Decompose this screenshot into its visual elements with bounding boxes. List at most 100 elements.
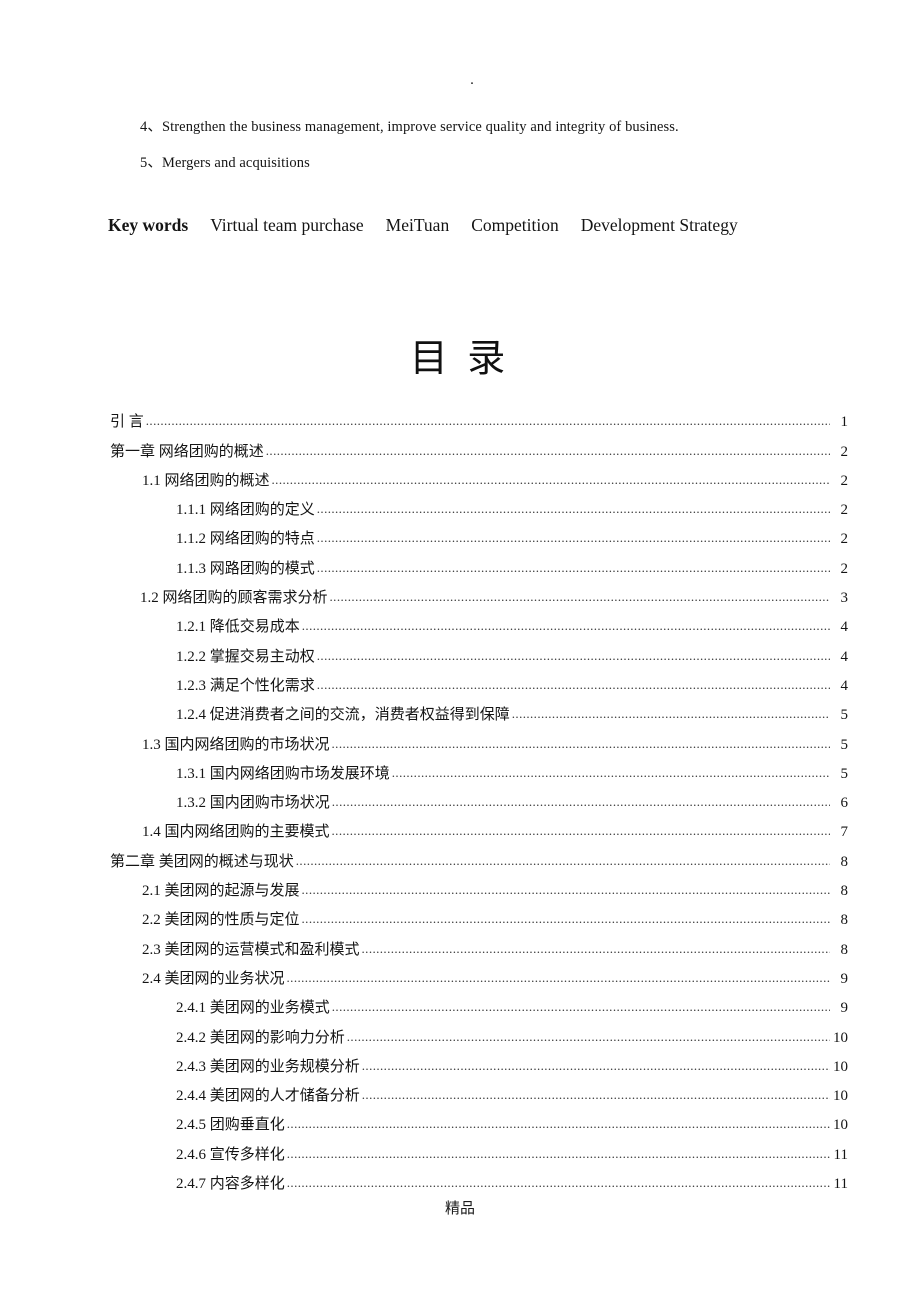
- toc-page-number: 7: [840, 824, 849, 841]
- toc-row[interactable]: 1.1.1 网络团购的定义...........................…: [0, 494, 920, 523]
- toc-row[interactable]: 2.4.7 内容多样化.............................…: [0, 1168, 920, 1197]
- toc-row[interactable]: 2.4.5 团购垂直化.............................…: [0, 1109, 920, 1138]
- toc-page-number: 8: [840, 912, 849, 929]
- top-page-marker: .: [470, 72, 474, 88]
- toc-entry-title: 1.2.1 降低交易成本: [176, 619, 300, 636]
- toc-entry-title: 1.2 网络团购的顾客需求分析: [140, 590, 328, 607]
- toc-entry-title: 2.4.5 团购垂直化: [176, 1117, 285, 1134]
- toc-dot-leader: ........................................…: [316, 647, 830, 663]
- toc-dot-leader: ........................................…: [511, 706, 830, 722]
- toc-row[interactable]: 1.4 国内网络团购的主要模式.........................…: [0, 816, 920, 845]
- toc-page-number: 2: [840, 502, 849, 519]
- toc-entry-title: 1.1.3 网路团购的模式: [176, 560, 315, 577]
- toc-page-number: 2: [840, 443, 849, 460]
- table-of-contents: 引 言.....................................…: [0, 406, 920, 1197]
- toc-dot-leader: ........................................…: [331, 794, 830, 810]
- toc-row[interactable]: 1.1 网络团购的概述.............................…: [0, 465, 920, 494]
- toc-row[interactable]: 1.2 网络团购的顾客需求分析.........................…: [0, 582, 920, 611]
- toc-row[interactable]: 2.3 美团网的运营模式和盈利模式.......................…: [0, 933, 920, 962]
- toc-entry-title: 2.4.3 美团网的业务规模分析: [176, 1058, 360, 1075]
- toc-entry-title: 1.4 国内网络团购的主要模式: [142, 824, 330, 841]
- toc-dot-leader: ........................................…: [301, 882, 830, 898]
- toc-heading: 目 录: [409, 338, 511, 380]
- abstract-line-5: 5、Mergers and acquisitions: [140, 155, 310, 171]
- toc-dot-leader: ........................................…: [316, 501, 830, 517]
- toc-page-number: 11: [833, 1146, 848, 1163]
- toc-entry-title: 1.2.2 掌握交易主动权: [176, 648, 315, 665]
- toc-row[interactable]: 2.4.3 美团网的业务规模分析........................…: [0, 1051, 920, 1080]
- toc-page-number: 11: [833, 1176, 848, 1193]
- toc-row[interactable]: 2.4.4 美团网的人才储备分析........................…: [0, 1080, 920, 1109]
- toc-entry-title: 2.4.2 美团网的影响力分析: [176, 1029, 345, 1046]
- toc-row[interactable]: 1.3 国内网络团购的市场状况.........................…: [0, 728, 920, 757]
- toc-dot-leader: ........................................…: [346, 1028, 830, 1044]
- toc-row[interactable]: 2.4.2 美团网的影响力分析.........................…: [0, 1021, 920, 1050]
- toc-entry-title: 2.4 美团网的业务状况: [142, 970, 285, 987]
- toc-dot-leader: ........................................…: [391, 764, 830, 780]
- toc-row[interactable]: 1.2.3 满足个性化需求...........................…: [0, 670, 920, 699]
- toc-dot-leader: ........................................…: [301, 911, 830, 927]
- toc-page-number: 5: [840, 765, 849, 782]
- toc-page-number: 4: [840, 677, 849, 694]
- toc-page-number: 4: [840, 648, 849, 665]
- toc-page-number: 9: [840, 970, 849, 987]
- keyword-item-2: MeiTuan: [385, 215, 450, 235]
- toc-page-number: 10: [833, 1029, 848, 1046]
- toc-page-number: 3: [840, 590, 849, 607]
- toc-dot-leader: ........................................…: [145, 413, 830, 429]
- toc-row[interactable]: 1.2.4 促进消费者之间的交流，消费者权益得到保障..............…: [0, 699, 920, 728]
- toc-row[interactable]: 1.2.1 降低交易成本............................…: [0, 611, 920, 640]
- toc-page-number: 10: [833, 1088, 848, 1105]
- toc-page-number: 9: [840, 1000, 849, 1017]
- keywords-line: Key words Virtual team purchase MeiTuan Com…: [108, 213, 738, 237]
- toc-page-number: 10: [833, 1058, 848, 1075]
- toc-row[interactable]: 1.1.3 网路团购的模式...........................…: [0, 552, 920, 581]
- toc-entry-title: 1.1.2 网络团购的特点: [176, 531, 315, 548]
- toc-row[interactable]: 1.1.2 网络团购的特点...........................…: [0, 523, 920, 552]
- toc-entry-title: 2.4.7 内容多样化: [176, 1176, 285, 1193]
- toc-dot-leader: ........................................…: [295, 852, 830, 868]
- toc-entry-title: 1.3.2 国内团购市场状况: [176, 795, 330, 812]
- toc-row[interactable]: 2.4.1 美团网的业务模式..........................…: [0, 992, 920, 1021]
- toc-dot-leader: ........................................…: [316, 530, 830, 546]
- toc-row[interactable]: 1.3.1 国内网络团购市场发展环境......................…: [0, 758, 920, 787]
- toc-row[interactable]: 引 言.....................................…: [0, 406, 920, 435]
- toc-entry-title: 1.2.3 满足个性化需求: [176, 677, 315, 694]
- toc-row[interactable]: 第二章 美团网的概述与现状...........................…: [0, 845, 920, 874]
- toc-page-number: 6: [840, 795, 849, 812]
- toc-entry-title: 2.2 美团网的性质与定位: [142, 912, 300, 929]
- toc-dot-leader: ........................................…: [265, 442, 830, 458]
- toc-dot-leader: ........................................…: [286, 1145, 830, 1161]
- toc-dot-leader: ........................................…: [286, 1116, 830, 1132]
- toc-row[interactable]: 第一章 网络团购的概述.............................…: [0, 435, 920, 464]
- toc-dot-leader: ........................................…: [271, 471, 830, 487]
- toc-entry-title: 1.3.1 国内网络团购市场发展环境: [176, 765, 390, 782]
- toc-dot-leader: ........................................…: [331, 999, 830, 1015]
- toc-entry-title: 第一章 网络团购的概述: [110, 443, 264, 460]
- toc-dot-leader: ........................................…: [286, 969, 830, 985]
- toc-page-number: 5: [840, 707, 849, 724]
- toc-row[interactable]: 1.3.2 国内团购市场状况..........................…: [0, 787, 920, 816]
- toc-page-number: 1: [840, 414, 849, 431]
- keyword-item-1: Virtual team purchase: [210, 215, 364, 235]
- toc-row[interactable]: 2.1 美团网的起源与发展...........................…: [0, 875, 920, 904]
- toc-page-number: 8: [840, 883, 849, 900]
- toc-dot-leader: ........................................…: [361, 1087, 830, 1103]
- toc-dot-leader: ........................................…: [316, 559, 830, 575]
- toc-dot-leader: ........................................…: [329, 589, 830, 605]
- toc-row[interactable]: 2.4.6 宣传多样化.............................…: [0, 1138, 920, 1167]
- abstract-line-4: 4、Strengthen the business management, im…: [140, 119, 679, 135]
- toc-page-number: 10: [833, 1117, 848, 1134]
- toc-entry-title: 2.4.4 美团网的人才储备分析: [176, 1088, 360, 1105]
- toc-page-number: 2: [840, 531, 849, 548]
- keyword-item-3: Competition: [471, 215, 559, 235]
- toc-entry-title: 2.4.6 宣传多样化: [176, 1146, 285, 1163]
- toc-dot-leader: ........................................…: [331, 735, 830, 751]
- toc-dot-leader: ........................................…: [301, 618, 830, 634]
- toc-entry-title: 1.1 网络团购的概述: [142, 472, 270, 489]
- toc-row[interactable]: 2.4 美团网的业务状况............................…: [0, 963, 920, 992]
- toc-row[interactable]: 1.2.2 掌握交易主动权...........................…: [0, 640, 920, 669]
- toc-page-number: 8: [840, 941, 849, 958]
- toc-page-number: 2: [840, 560, 849, 577]
- toc-row[interactable]: 2.2 美团网的性质与定位...........................…: [0, 904, 920, 933]
